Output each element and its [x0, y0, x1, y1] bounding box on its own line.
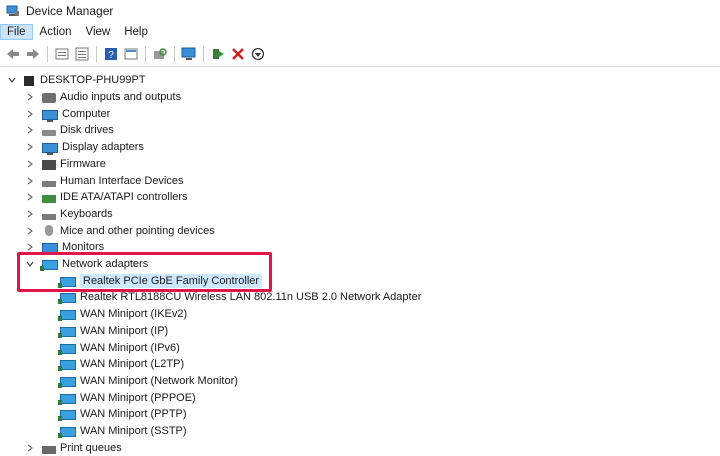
firmware-icon — [42, 159, 56, 170]
printer-icon — [42, 445, 56, 454]
category-label: Disk drives — [60, 124, 114, 137]
svg-text:?: ? — [108, 50, 114, 61]
chevron-right-icon[interactable] — [24, 108, 36, 120]
tree-category[interactable]: Disk drives — [24, 122, 114, 139]
tree-category[interactable]: Firmware — [24, 156, 106, 173]
menu-view[interactable]: View — [79, 24, 118, 40]
network-adapter-icon — [58, 393, 76, 405]
chevron-right-icon[interactable] — [24, 158, 36, 170]
toolbar-separator — [203, 46, 204, 62]
computer-icon — [42, 109, 58, 122]
category-label: Human Interface Devices — [60, 174, 184, 187]
chevron-right-icon[interactable] — [24, 208, 36, 220]
device-label: WAN Miniport (PPTP) — [80, 408, 187, 421]
category-label: Print queues — [60, 441, 122, 454]
toolbar-separator — [174, 46, 175, 62]
toolbar: ? — [0, 42, 720, 67]
tree-category[interactable]: Display adapters — [24, 139, 144, 156]
disable-icon[interactable] — [249, 45, 267, 63]
device-row[interactable]: WAN Miniport (PPTP) — [58, 406, 187, 423]
list-icon[interactable] — [73, 45, 91, 63]
tree-category[interactable]: Keyboards — [24, 206, 113, 223]
hid-icon — [42, 180, 56, 187]
network-adapter-icon — [58, 343, 76, 355]
speaker-icon — [42, 93, 56, 104]
tree-root[interactable]: DESKTOP-PHU99PT — [6, 72, 146, 89]
tree-category[interactable]: Mice and other pointing devices — [24, 222, 215, 239]
tree-category[interactable]: Print queues — [24, 439, 122, 456]
network-adapter-icon — [58, 376, 76, 388]
display-adapter-icon — [42, 143, 58, 156]
properties-icon[interactable] — [53, 45, 71, 63]
device-row[interactable]: WAN Miniport (IKEv2) — [58, 306, 188, 323]
category-label: Audio inputs and outputs — [60, 91, 182, 104]
device-label: WAN Miniport (IKEv2) — [80, 308, 188, 321]
category-label: Keyboards — [60, 207, 113, 220]
tree-category[interactable]: Computer — [24, 105, 110, 122]
device-label: Realtek RTL8188CU Wireless LAN 802.11n U… — [80, 291, 422, 304]
toolbar-separator — [96, 46, 97, 62]
device-row[interactable]: WAN Miniport (PPPOE) — [58, 389, 196, 406]
mouse-icon — [45, 225, 53, 237]
view-icon[interactable] — [122, 45, 140, 63]
back-arrow-icon[interactable] — [4, 45, 22, 63]
uninstall-icon[interactable] — [229, 45, 247, 63]
network-adapter-icon — [58, 360, 76, 372]
menu-action[interactable]: Action — [33, 24, 79, 40]
toolbar-separator — [47, 46, 48, 62]
chevron-right-icon[interactable] — [24, 91, 36, 103]
device-label: WAN Miniport (IPv6) — [80, 341, 180, 354]
tree-category[interactable]: Human Interface Devices — [24, 172, 184, 189]
device-row[interactable]: WAN Miniport (IPv6) — [58, 339, 180, 356]
computer-root-icon — [24, 76, 34, 87]
keyboard-icon — [42, 213, 56, 220]
highlight-annotation-box — [17, 252, 272, 292]
device-label: WAN Miniport (PPPOE) — [80, 391, 196, 404]
device-manager-app-icon — [6, 5, 20, 17]
category-label: Computer — [62, 107, 111, 120]
toolbar-separator — [145, 46, 146, 62]
window-title: Device Manager — [26, 4, 114, 18]
device-label: WAN Miniport (L2TP) — [80, 358, 185, 371]
chevron-right-icon[interactable] — [24, 442, 36, 454]
chevron-right-icon[interactable] — [24, 141, 36, 153]
ide-controller-icon — [42, 195, 56, 204]
menu-bar: File Action View Help — [0, 22, 720, 42]
network-adapter-icon — [58, 326, 76, 338]
category-label: IDE ATA/ATAPI controllers — [60, 191, 188, 204]
chevron-down-icon[interactable] — [6, 74, 18, 86]
tree-root-label: DESKTOP-PHU99PT — [40, 74, 146, 87]
title-bar: Device Manager — [0, 0, 720, 22]
menu-file[interactable]: File — [0, 24, 33, 40]
device-row[interactable]: WAN Miniport (IP) — [58, 323, 169, 340]
forward-arrow-icon[interactable] — [24, 45, 42, 63]
device-label: WAN Miniport (Network Monitor) — [80, 374, 238, 387]
category-label: Mice and other pointing devices — [60, 224, 215, 237]
tree-category[interactable]: IDE ATA/ATAPI controllers — [24, 189, 188, 206]
network-adapter-icon — [58, 427, 76, 439]
device-label: WAN Miniport (SSTP) — [80, 425, 187, 438]
chevron-right-icon[interactable] — [24, 191, 36, 203]
device-row[interactable]: WAN Miniport (L2TP) — [58, 356, 185, 373]
scan-hardware-icon[interactable] — [151, 45, 169, 63]
network-adapter-icon — [58, 293, 76, 305]
device-row[interactable]: WAN Miniport (Network Monitor) — [58, 373, 238, 390]
network-adapter-icon — [58, 310, 76, 322]
chevron-right-icon[interactable] — [24, 225, 36, 237]
menu-help[interactable]: Help — [117, 24, 155, 40]
chevron-right-icon[interactable] — [24, 175, 36, 187]
update-driver-icon[interactable] — [209, 45, 227, 63]
category-label: Firmware — [60, 157, 106, 170]
device-label: WAN Miniport (IP) — [80, 324, 169, 337]
help-icon[interactable]: ? — [102, 45, 120, 63]
disk-drive-icon — [42, 130, 56, 137]
category-label: Display adapters — [62, 141, 144, 154]
device-row[interactable]: WAN Miniport (SSTP) — [58, 423, 187, 440]
tree-category[interactable]: Audio inputs and outputs — [24, 89, 181, 106]
chevron-right-icon[interactable] — [24, 124, 36, 136]
monitor-icon[interactable] — [180, 45, 198, 63]
network-adapter-icon — [58, 410, 76, 422]
